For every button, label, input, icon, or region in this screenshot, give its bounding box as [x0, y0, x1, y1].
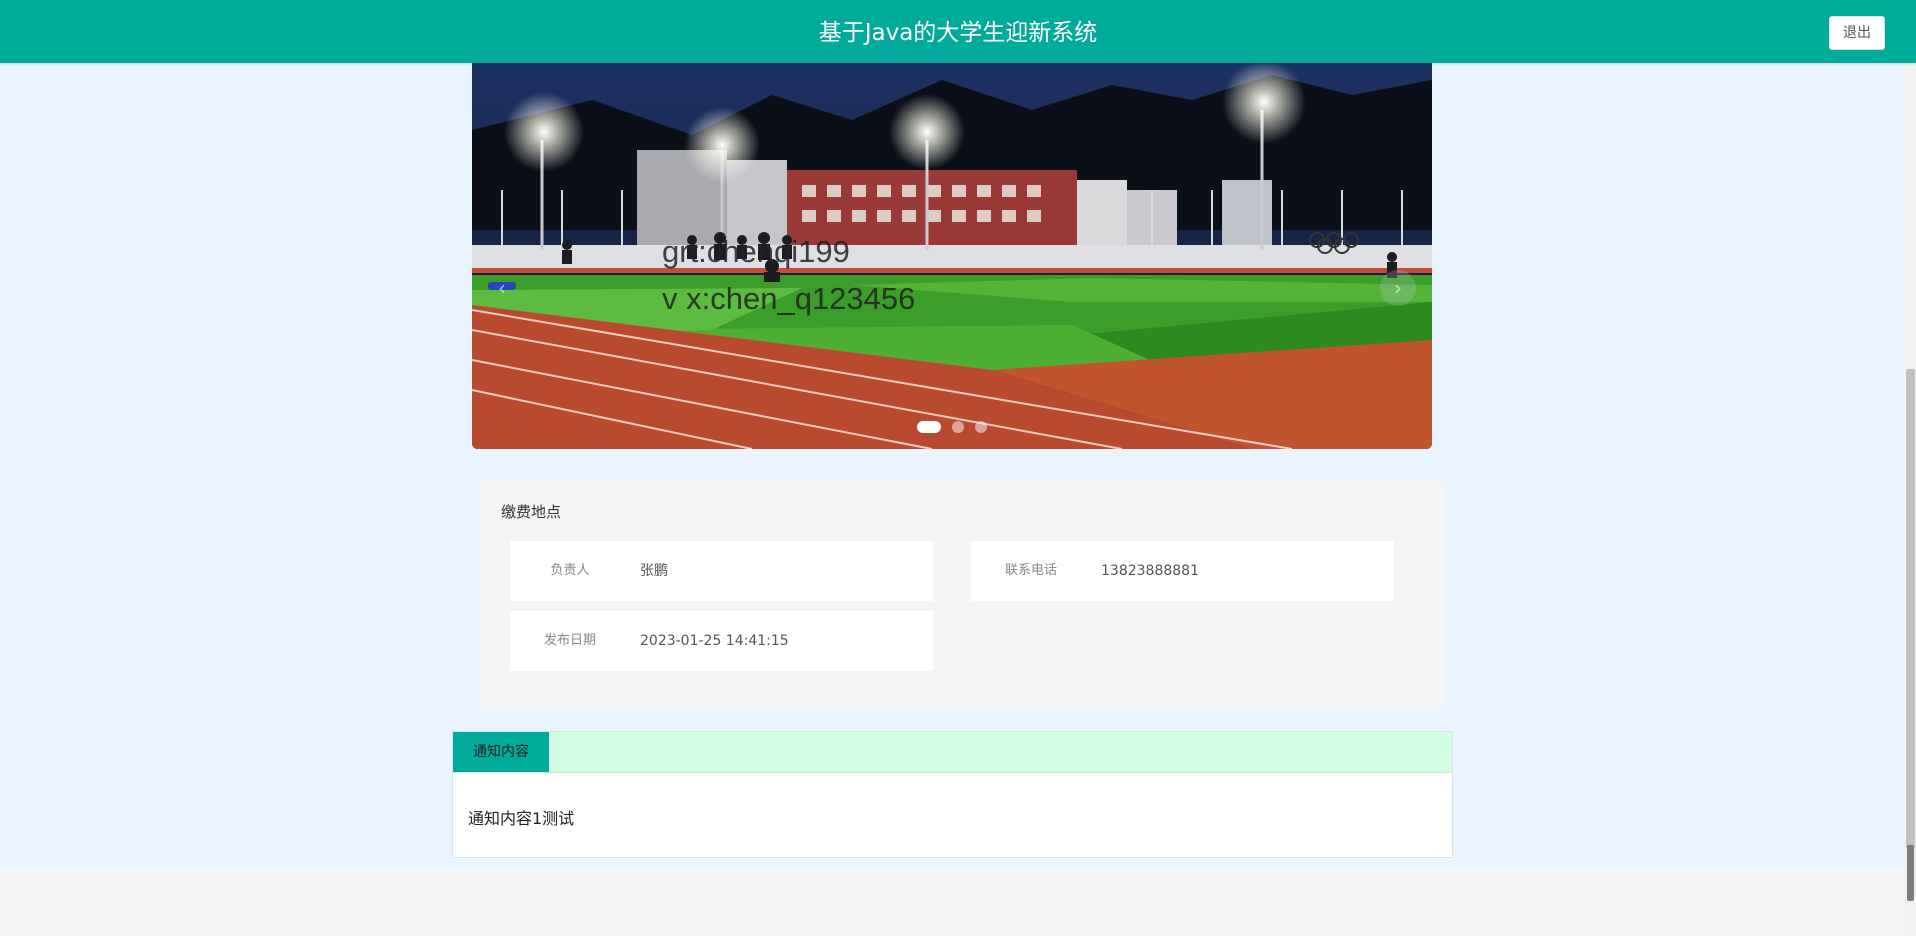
field-value: 张鹏 [640, 563, 668, 579]
notice-panel: 通知内容 通知内容1测试 [452, 731, 1453, 858]
detail-info-card: 缴费地点 负责人 张鹏 联系电话 13823888881 发布日期 2023-0… [480, 481, 1444, 710]
watermark-line-1: grt:chenqi199 [662, 234, 850, 269]
carousel-slide-image [472, 40, 1432, 449]
carousel-next-button[interactable]: › [1380, 270, 1416, 306]
logout-button[interactable]: 退出 [1829, 16, 1885, 50]
system-title: 基于Java的大学生迎新系统 [818, 20, 1098, 46]
scrollbar-thumb-active[interactable] [1907, 845, 1914, 901]
carousel-dot-3[interactable] [975, 420, 988, 433]
detail-title: 缴费地点 [501, 503, 562, 521]
field-label: 负责人 [550, 563, 590, 578]
field-label: 发布日期 [543, 633, 596, 648]
notice-tab-strip: 通知内容 [453, 732, 1452, 773]
field-contact-phone: 联系电话 13823888881 [971, 541, 1394, 601]
scrollbar-thumb[interactable] [1906, 369, 1915, 849]
notice-content-text: 通知内容1测试 [468, 809, 575, 828]
image-carousel[interactable]: grt:chenqi199 v x:chen_q123456 ‹ › [472, 40, 1432, 449]
top-header-bar: 基于Java的大学生迎新系统 退出 [0, 0, 1916, 63]
carousel-dot-2[interactable] [952, 420, 964, 433]
watermark-line-2: v x:chen_q123456 [662, 281, 916, 316]
field-publish-date: 发布日期 2023-01-25 14:41:15 [510, 611, 933, 671]
field-responsible-person: 负责人 张鹏 [510, 541, 933, 601]
carousel-prev-button[interactable]: ‹ [484, 270, 520, 306]
page-scrollbar[interactable] [1905, 0, 1916, 936]
field-label: 联系电话 [1004, 563, 1057, 578]
tab-notice-content[interactable]: 通知内容 [453, 732, 549, 772]
field-value: 13823888881 [1101, 563, 1199, 579]
field-value: 2023-01-25 14:41:15 [640, 633, 789, 649]
carousel-indicators [472, 416, 1432, 435]
carousel-dot-1[interactable] [916, 420, 941, 433]
